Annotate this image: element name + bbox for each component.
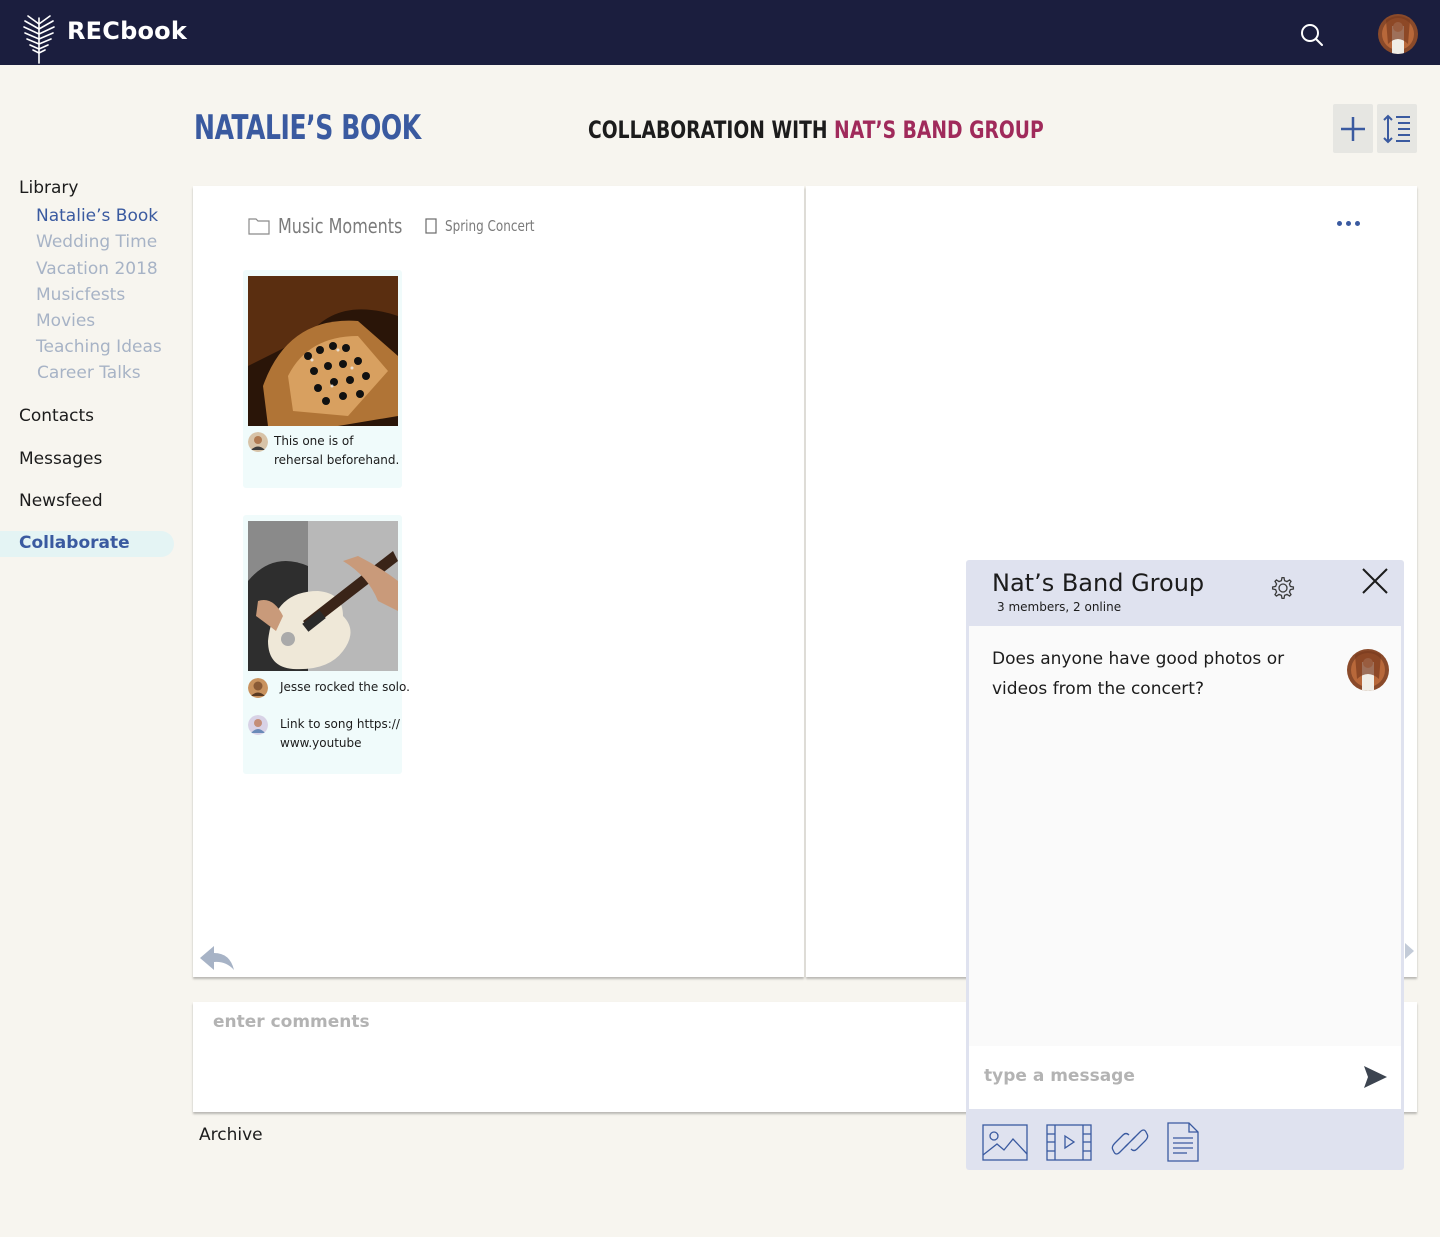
guitar-photo[interactable] xyxy=(248,521,398,671)
sidebar-collaborate[interactable]: Collaborate xyxy=(0,531,174,557)
chat-message-text: Does anyone have good photos or videos f… xyxy=(992,649,1285,699)
sidebar-book-vacation-2018[interactable]: Vacation 2018 xyxy=(36,259,158,279)
image-attach-icon[interactable] xyxy=(982,1122,1028,1162)
photo-comment-text: Jesse rocked the solo. xyxy=(280,680,410,694)
sidebar-book-musicfests[interactable]: Musicfests xyxy=(36,285,125,305)
chat-input-bar xyxy=(969,1046,1401,1109)
collaboration-title: COLLABORATION WITH NAT’S BAND GROUP xyxy=(588,116,1044,144)
sidebar-book-wedding-time[interactable]: Wedding Time xyxy=(36,232,157,252)
photo-comment-text: This one is of rehersal beforehand. xyxy=(274,434,400,467)
sort-lines-icon xyxy=(1383,114,1410,143)
user-avatar[interactable] xyxy=(1378,14,1418,54)
breadcrumb-subfolder[interactable]: Spring Concert xyxy=(445,217,534,235)
sidebar-book-teaching-ideas[interactable]: Teaching Ideas xyxy=(36,337,162,357)
sidebar-newsfeed[interactable]: Newsfeed xyxy=(19,491,103,511)
chat-members-status: 3 members, 2 online xyxy=(997,600,1122,614)
sidebar-library[interactable]: Library xyxy=(19,178,78,198)
add-button[interactable] xyxy=(1333,104,1373,153)
sidebar-book-natalies-book[interactable]: Natalie’s Book xyxy=(36,206,158,226)
concert-photo[interactable] xyxy=(248,276,398,426)
app-name[interactable]: RECbook xyxy=(67,17,187,45)
photo-comment-text: Link to song https://www.youtube xyxy=(280,717,400,750)
folder-icon xyxy=(248,218,270,235)
sidebar-messages[interactable]: Messages xyxy=(19,449,102,469)
collab-group-name[interactable]: NAT’S BAND GROUP xyxy=(834,116,1044,144)
breadcrumb: Music Moments Spring Concert xyxy=(248,214,557,238)
plus-icon xyxy=(1341,116,1365,141)
collab-prefix: COLLABORATION WITH xyxy=(588,116,835,144)
search-icon[interactable] xyxy=(1299,22,1325,48)
commenter-avatar[interactable] xyxy=(248,715,268,735)
top-bar: RECbook xyxy=(0,0,1440,65)
next-page-arrow-icon[interactable] xyxy=(1403,942,1415,960)
more-options-icon[interactable] xyxy=(1337,214,1365,232)
book-title: NATALIE’S BOOK xyxy=(194,108,421,148)
document-attach-icon[interactable] xyxy=(1167,1122,1199,1162)
sidebar-contacts[interactable]: Contacts xyxy=(19,406,94,426)
video-attach-icon[interactable] xyxy=(1046,1122,1092,1162)
photo-comment: Link to song https://www.youtube xyxy=(248,715,404,753)
settings-gear-icon[interactable] xyxy=(1270,575,1296,601)
archive-link[interactable]: Archive xyxy=(199,1125,263,1145)
close-icon[interactable] xyxy=(1361,567,1389,595)
sender-avatar[interactable] xyxy=(1347,649,1389,691)
page-icon xyxy=(425,218,438,234)
sidebar-book-movies[interactable]: Movies xyxy=(36,311,95,331)
link-attach-icon[interactable] xyxy=(1110,1122,1150,1162)
reply-back-arrow-icon[interactable] xyxy=(198,942,236,974)
send-icon[interactable] xyxy=(1362,1064,1388,1090)
palm-leaf-logo-icon xyxy=(23,15,55,64)
group-chat-panel: Nat’s Band Group 3 members, 2 online Doe… xyxy=(966,560,1404,1170)
commenter-avatar[interactable] xyxy=(248,432,268,452)
chat-group-name: Nat’s Band Group xyxy=(992,569,1205,597)
sidebar-book-career-talks[interactable]: Career Talks xyxy=(37,363,141,383)
breadcrumb-folder[interactable]: Music Moments xyxy=(278,214,402,238)
photo-comment: This one is of rehersal beforehand. xyxy=(248,432,402,470)
photo-comment: Jesse rocked the solo. xyxy=(248,678,410,698)
sort-button[interactable] xyxy=(1377,104,1417,153)
sidebar-collaborate-label: Collaborate xyxy=(19,533,130,553)
commenter-avatar[interactable] xyxy=(248,678,268,698)
comments-input[interactable] xyxy=(213,1012,813,1032)
chat-message-input[interactable] xyxy=(984,1066,1324,1086)
chat-messages: Does anyone have good photos or videos f… xyxy=(969,626,1401,1046)
